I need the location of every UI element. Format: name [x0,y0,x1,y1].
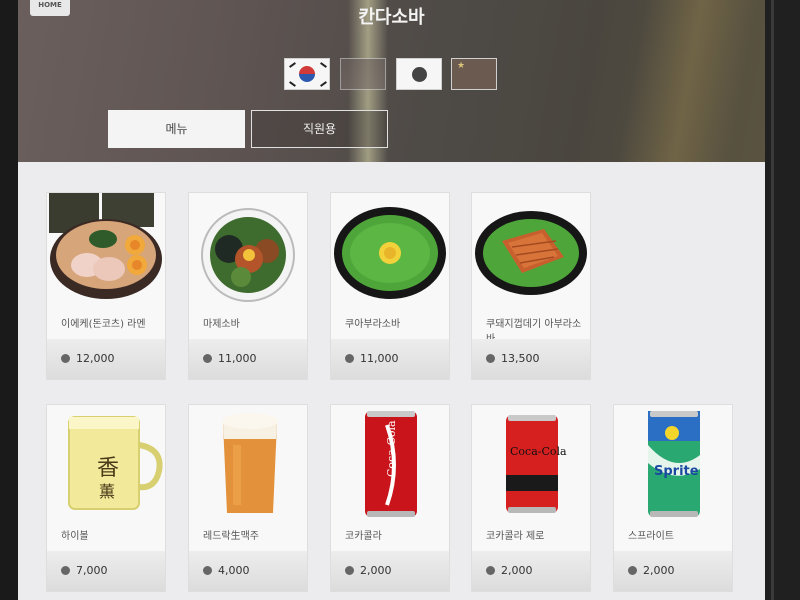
won-coin-icon [345,566,354,575]
svg-text:Coca-Cola: Coca-Cola [510,445,567,458]
menu-item-price: 13,500 [486,352,540,365]
japan-flag-icon[interactable] [396,58,442,90]
tab-menu[interactable]: 메뉴 [108,110,245,148]
menu-card-coca-cola-zero[interactable]: Coca-Cola 코카콜라 제로 2,000 [471,404,591,592]
menu-item-name: 이에케(돈코츠) 라멘 [61,319,146,330]
draft-beer-icon [222,413,278,513]
green-onion-soba-icon [334,207,446,299]
usa-flag-icon[interactable] [340,58,386,90]
menu-item-price: 12,000 [61,352,115,365]
won-coin-icon [61,354,70,363]
menu-item-name: 쿠아부라소바 [345,319,401,330]
kiosk-screen: HOME 칸다소바 ★ 메뉴 직원용 이에케(돈코츠) 라멘 12,000 마제… [18,0,765,600]
svg-text:Coca-Cola: Coca-Cola [385,420,398,477]
coca-cola-can-icon: Coca-Cola [365,411,417,517]
svg-text:薫: 薫 [99,482,115,501]
tablet-bezel-right [765,0,800,600]
tonkotsu-ramen-icon [49,193,162,299]
won-coin-icon [345,354,354,363]
korea-flag-icon[interactable] [284,58,330,90]
menu-card-draft-beer[interactable]: 레드락生맥주 4,000 [188,404,308,592]
tab-staff[interactable]: 직원용 [251,110,388,148]
won-coin-icon [486,354,495,363]
menu-item-name: 레드락生맥주 [203,531,259,542]
menu-item-price: 7,000 [61,564,108,577]
menu-item-price: 2,000 [486,564,533,577]
menu-item-name: 스프라이트 [628,531,674,542]
coca-cola-zero-can-icon: Coca-Cola [506,415,567,513]
menu-card-coca-cola[interactable]: Coca-Cola 코카콜라 2,000 [330,404,450,592]
won-coin-icon [203,566,212,575]
pork-skin-soba-icon [475,211,587,295]
menu-item-name: 마제소바 [203,319,240,330]
menu-item-name: 코카콜라 [345,531,382,542]
menu-item-price: 4,000 [203,564,250,577]
svg-text:Sprite: Sprite [654,464,699,479]
kiosk-header: HOME 칸다소바 ★ 메뉴 직원용 [18,0,765,162]
menu-grid: 이에케(돈코츠) 라멘 12,000 마제소바 11,000 쿠아부라소바 11… [18,162,765,600]
menu-card-tonkotsu-ramen[interactable]: 이에케(돈코츠) 라멘 12,000 [46,192,166,380]
menu-item-name: 코카콜라 제로 [486,531,545,542]
menu-card-sprite[interactable]: Sprite 스프라이트 2,000 [613,404,733,592]
menu-item-price: 2,000 [345,564,392,577]
won-coin-icon [628,566,637,575]
menu-card-pork-skin-soba[interactable]: 쿠돼지껍데기 아부라소바 13,500 [471,192,591,380]
won-coin-icon [486,566,495,575]
store-title: 칸다소바 [358,7,425,28]
tablet-bezel-left [0,0,18,600]
won-coin-icon [61,566,70,575]
menu-item-name: 하이볼 [61,531,89,542]
menu-card-green-onion-soba[interactable]: 쿠아부라소바 11,000 [330,192,450,380]
menu-item-price: 11,000 [345,352,399,365]
svg-text:香: 香 [97,456,119,481]
mazesoba-icon [201,208,295,302]
menu-item-price: 11,000 [203,352,257,365]
won-coin-icon [203,354,212,363]
sprite-can-icon: Sprite [648,411,700,517]
highball-mug-icon: 香 薫 [68,416,163,510]
menu-item-price: 2,000 [628,564,675,577]
china-flag-icon[interactable]: ★ [451,58,497,90]
menu-card-highball[interactable]: 香 薫 하이볼 7,000 [46,404,166,592]
menu-card-mazesoba[interactable]: 마제소바 11,000 [188,192,308,380]
